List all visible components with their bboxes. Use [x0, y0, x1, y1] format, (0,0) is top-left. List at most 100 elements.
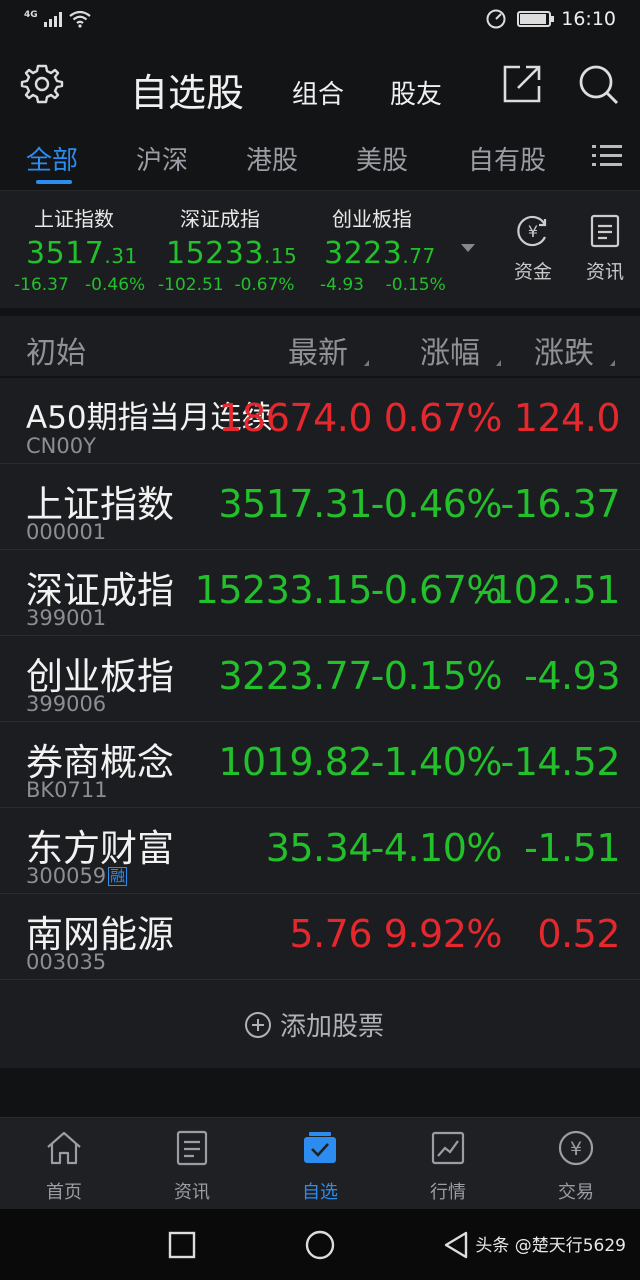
- index-name: 深证成指: [180, 207, 260, 231]
- index-card-cyb[interactable]: 创业板指 3223.77: [324, 203, 436, 271]
- back-triangle-icon[interactable]: [440, 1229, 472, 1261]
- tab-hk[interactable]: 港股: [246, 140, 298, 177]
- search-icon[interactable]: [576, 62, 620, 106]
- page-title: 自选股: [130, 71, 245, 115]
- index-price: 15233.15: [166, 236, 298, 271]
- add-stock-label: 添加股票: [280, 1012, 385, 1042]
- recents-square-icon[interactable]: [166, 1229, 198, 1261]
- stock-row[interactable]: 南网能源 003035 5.76 9.92% 0.52: [0, 894, 640, 980]
- network-type: 4G: [24, 10, 38, 20]
- index-price: 3517.31: [26, 236, 138, 271]
- friends-link[interactable]: 股友: [390, 74, 442, 111]
- tab-custom[interactable]: 自有股: [468, 140, 546, 177]
- index-change-cyb: -4.93 -0.15%: [320, 275, 446, 295]
- stock-pct: 0.67%: [383, 396, 503, 440]
- funds-button[interactable]: ¥ 资金: [508, 213, 558, 284]
- index-card-sh[interactable]: 上证指数 3517.31: [26, 203, 138, 271]
- home-circle-icon[interactable]: [304, 1229, 336, 1261]
- stock-price: 3223.77: [218, 654, 372, 698]
- app-header: 自选股 组合 股友: [0, 44, 640, 124]
- trade-yen-icon: ¥: [558, 1130, 594, 1166]
- tab-label: 首页: [46, 1182, 82, 1203]
- index-name: 上证指数: [34, 207, 114, 231]
- index-change-sz: -102.51 -0.67%: [158, 275, 295, 295]
- tab-trade[interactable]: ¥ 交易: [536, 1128, 616, 1204]
- add-stock-inner: 添加股票: [244, 1006, 384, 1043]
- tab-market[interactable]: 行情: [408, 1128, 488, 1204]
- funds-label: 资金: [513, 261, 552, 283]
- stock-pct: -0.46%: [370, 482, 503, 526]
- tab-news[interactable]: 资讯: [152, 1128, 232, 1204]
- watchlist: A50期指当月连续 CN00Y 18674.0 0.67% 124.0 上证指数…: [0, 378, 640, 980]
- news-label: 资讯: [585, 261, 624, 283]
- stock-row[interactable]: 创业板指 399006 3223.77 -0.15% -4.93: [0, 636, 640, 722]
- tab-home[interactable]: 首页: [24, 1128, 104, 1204]
- stock-row[interactable]: 上证指数 000001 3517.31 -0.46% -16.37: [0, 464, 640, 550]
- combo-link[interactable]: 组合: [292, 74, 344, 111]
- stock-code: CN00Y: [26, 434, 96, 458]
- watermark-text: 头条 @楚天行5629: [475, 1236, 626, 1256]
- market-chart-icon: [431, 1131, 465, 1165]
- stock-row[interactable]: 券商概念 BK0711 1019.82 -1.40% -14.52: [0, 722, 640, 808]
- svg-text:¥: ¥: [528, 222, 538, 241]
- index-card-sz[interactable]: 深证成指 15233.15: [166, 203, 297, 271]
- col-name-header[interactable]: 初始: [26, 328, 86, 372]
- tab-watchlist[interactable]: 自选: [280, 1128, 360, 1204]
- tab-label: 自选: [302, 1182, 338, 1203]
- news-button[interactable]: 资讯: [580, 213, 630, 284]
- status-bar: 4G 16:10: [0, 0, 640, 44]
- stock-price: 3517.31: [218, 482, 372, 526]
- status-left: 4G: [24, 10, 92, 28]
- stock-pct: -1.40%: [370, 740, 503, 784]
- stock-change: 124.0: [513, 396, 621, 440]
- stock-pct: -4.10%: [370, 826, 503, 870]
- svg-text:¥: ¥: [570, 1138, 582, 1160]
- tab-label: 资讯: [174, 1182, 210, 1203]
- stock-code: 003035: [26, 950, 107, 974]
- index-summary-panel: 上证指数 3517.31 -16.37 -0.46% 深证成指 15233.15…: [0, 190, 640, 308]
- signal-icon: [43, 11, 62, 27]
- sort-price-icon: [364, 360, 369, 366]
- stock-price: 15233.15: [194, 568, 373, 612]
- index-name: 创业板指: [332, 207, 412, 231]
- menu-icon[interactable]: [592, 142, 622, 170]
- tab-us[interactable]: 美股: [356, 140, 408, 177]
- tab-active-indicator: [36, 180, 72, 184]
- stock-code: 000001: [26, 520, 107, 544]
- stock-price: 35.34: [265, 826, 373, 870]
- stock-price: 5.76: [289, 912, 372, 956]
- stock-row[interactable]: 深证成指 399001 15233.15 -0.67% -102.51: [0, 550, 640, 636]
- column-header: 初始 最新 涨幅 涨跌: [0, 316, 640, 376]
- stock-price: 1019.82: [218, 740, 372, 784]
- tab-hushen[interactable]: 沪深: [136, 140, 188, 177]
- market-tabs: 全部 沪深 港股 美股 自有股: [0, 124, 640, 190]
- stock-row[interactable]: 东方财富 300059 融 35.34 -4.10% -1.51: [0, 808, 640, 894]
- plus-circle-icon: [245, 1011, 271, 1038]
- funds-yen-icon: ¥: [517, 215, 547, 247]
- stock-change: -16.37: [500, 482, 621, 526]
- stock-price: 18674.0: [218, 396, 372, 440]
- stock-change: 0.52: [537, 912, 620, 956]
- bottom-tab-bar: 首页 资讯 自选 行情 ¥ 交易: [0, 1117, 640, 1209]
- stock-code: BK0711: [26, 778, 108, 802]
- stock-change: -1.51: [524, 826, 620, 870]
- sort-change-icon: [610, 360, 615, 366]
- share-icon[interactable]: [500, 62, 544, 106]
- tab-all[interactable]: 全部: [26, 140, 78, 177]
- status-right: 16:10: [485, 8, 616, 30]
- battery-icon: [517, 11, 555, 27]
- margin-badge: 融: [108, 867, 128, 886]
- gear-icon[interactable]: [20, 62, 64, 106]
- index-change-sh: -16.37 -0.46%: [14, 275, 146, 295]
- system-nav-bar: 头条 @楚天行5629: [0, 1209, 640, 1280]
- sort-pct-icon: [496, 360, 501, 366]
- add-stock-button[interactable]: 添加股票: [0, 980, 640, 1068]
- col-price-header[interactable]: 最新: [288, 328, 348, 372]
- stock-change: -14.52: [500, 740, 621, 784]
- stock-row[interactable]: A50期指当月连续 CN00Y 18674.0 0.67% 124.0: [0, 378, 640, 464]
- col-change-header[interactable]: 涨跌: [534, 328, 594, 372]
- col-pct-header[interactable]: 涨幅: [420, 328, 480, 372]
- index-price: 3223.77: [324, 236, 436, 271]
- expand-indices-icon[interactable]: [461, 244, 475, 252]
- speed-icon: [486, 9, 506, 29]
